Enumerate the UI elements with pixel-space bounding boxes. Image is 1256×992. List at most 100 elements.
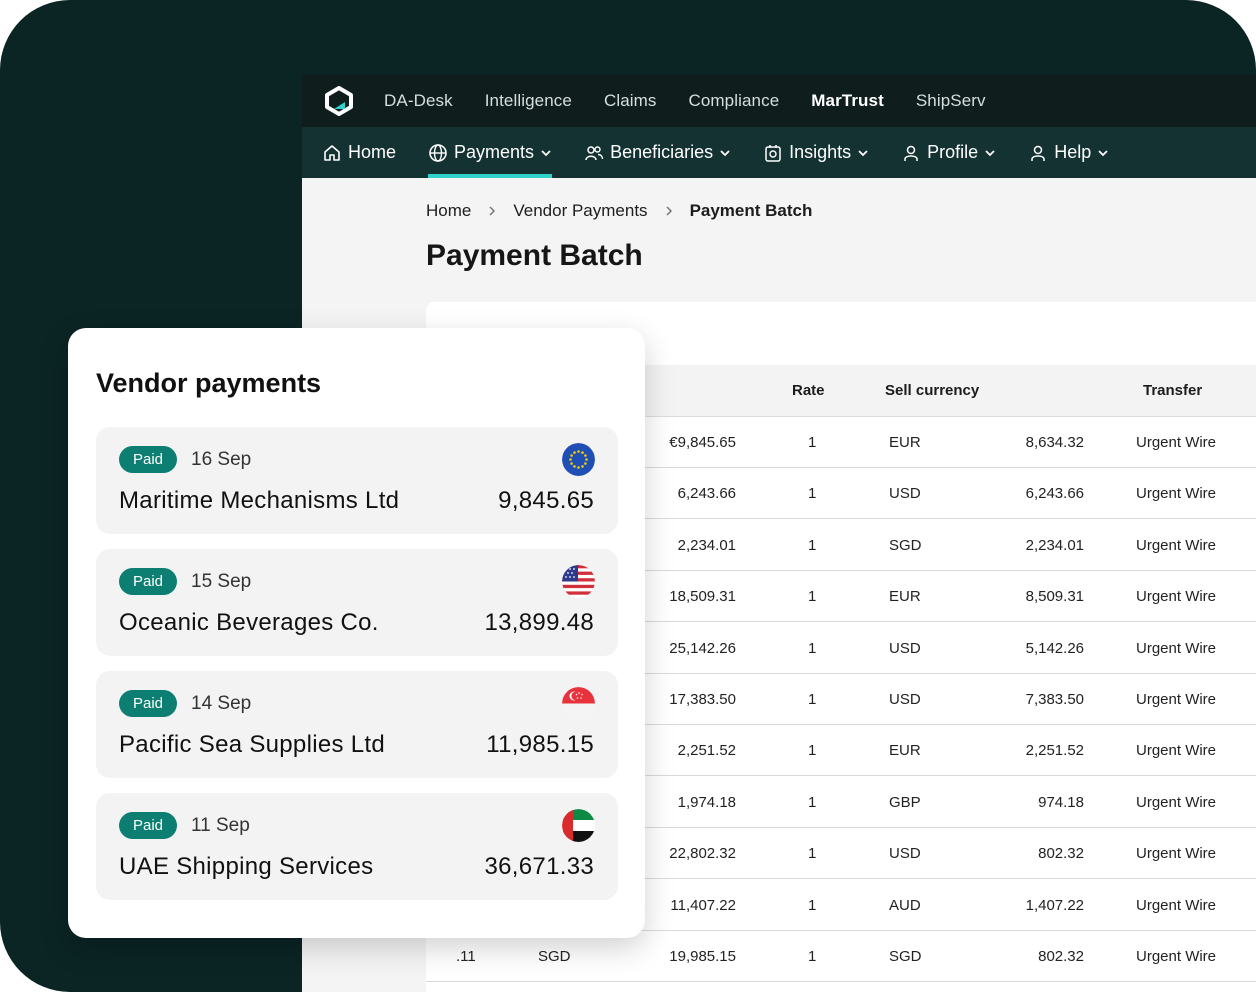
vendor-payment-item[interactable]: Paid 15 Sep Oceanic Beverages Co. 13,899… [96,549,618,656]
topnav-martrust[interactable]: MarTrust [811,91,884,111]
nav-beneficiaries[interactable]: Beneficiaries [584,127,731,178]
cell-sell-amount: 802.32 [1038,948,1084,965]
cell-rate: 1 [808,896,817,914]
users-icon [585,145,604,160]
status-badge: Paid [119,690,177,717]
vendor-name: Oceanic Beverages Co. [119,609,379,636]
cell-amount: 19,985.15 [669,948,736,965]
user-icon [1031,145,1045,161]
chevron-right-icon [489,206,496,216]
column-header-transfer[interactable]: Transfer [1143,382,1202,399]
top-navigation: DA-Desk Intelligence Claims Compliance M… [302,75,1256,127]
insights-icon [765,144,781,162]
topnav-intelligence[interactable]: Intelligence [485,91,572,111]
ae-flag-icon [562,809,595,842]
cell-amount: €9,845.65 [669,434,736,451]
nav-profile[interactable]: Profile [901,127,996,178]
vendor-payments-card: Vendor payments Paid 16 Sep Maritime Mec… [68,328,645,938]
nav-insights[interactable]: Insights [763,127,869,178]
cell-currency: USD [889,845,921,863]
cell-sell-amount: 5,142.26 [1025,639,1084,657]
cell-rate: 1 [808,845,817,863]
topnav-claims[interactable]: Claims [604,91,657,111]
cell-currency: SGD [889,536,922,554]
status-badge: Paid [119,812,177,839]
chevron-down-icon [720,149,730,156]
vendor-payments-title: Vendor payments [96,368,322,398]
us-flag-icon [562,565,595,598]
cell-amount: 1,974.18 [677,793,736,811]
cell-sell-amount: 2,251.52 [1025,742,1084,760]
cell-transfer: Urgent Wire [1136,485,1217,503]
cell-currency: EUR [889,434,921,451]
cell-sell-amount: 8,634.32 [1025,434,1084,451]
payment-amount: 36,671.33 [484,853,594,880]
cell-currency: EUR [889,742,921,760]
topnav-da-desk[interactable]: DA-Desk [384,91,453,111]
cell-sell-amount: 802.32 [1038,845,1084,863]
cell-transfer: Urgent Wire [1136,434,1217,451]
breadcrumb: Home Vendor Payments Payment Batch [426,201,812,221]
cell-currency: SGD [889,948,922,965]
breadcrumb-vendor-payments[interactable]: Vendor Payments [513,201,647,221]
cell-sell-amount: 1,407.22 [1025,896,1084,914]
nav-insights-label: Insights [789,142,852,162]
payment-date: 14 Sep [191,693,252,714]
cell-amount: 25,142.26 [669,639,736,657]
table-row[interactable]: .11 SGD 19,985.15 1 SGD 802.32 Urgent Wire [426,931,1256,982]
payment-amount: 13,899.48 [484,609,594,636]
cell-transfer: Urgent Wire [1136,948,1217,965]
cell-rate: 1 [808,948,817,965]
nav-help-label: Help [1054,142,1092,162]
chevron-right-icon [666,206,672,216]
cell-amount: 2,251.52 [677,742,736,760]
vendor-name: UAE Shipping Services [119,853,374,880]
cell-currency: USD [889,485,921,503]
nav-payments[interactable]: Payments [428,127,553,178]
nav-home[interactable]: Home [322,127,396,178]
cell-transfer: Urgent Wire [1136,588,1217,606]
cell-sell-amount: 974.18 [1038,793,1084,811]
cell-sell-amount: 6,243.66 [1025,485,1084,503]
cell-transfer: Urgent Wire [1136,845,1217,863]
vendor-payment-item[interactable]: Paid 14 Sep Pacific Sea Supplies Ltd 11,… [96,671,618,778]
cell-rate: 1 [808,434,817,451]
nav-beneficiaries-label: Beneficiaries [610,142,714,162]
background-frame: DA-Desk Intelligence Claims Compliance M… [0,0,1256,992]
cell-currency: USD [889,639,921,657]
status-badge: Paid [119,446,177,473]
cell-rate: 1 [808,485,817,503]
vendor-payment-item[interactable]: Paid 16 Sep Maritime Mechanisms Ltd 9,84… [96,427,618,534]
cell-rate: 1 [808,639,817,657]
payment-date: 11 Sep [191,815,250,836]
vendor-payment-item[interactable]: Paid 11 Sep UAE Shipping Services 36,671… [96,793,618,900]
cell-rate: 1 [808,691,817,708]
cell-currency: GBP [889,793,921,811]
status-badge: Paid [119,568,177,595]
breadcrumb-current: Payment Batch [689,201,813,220]
nav-help[interactable]: Help [1028,127,1109,178]
cell-currency: EUR [889,588,921,606]
cell-transfer: Urgent Wire [1136,639,1217,657]
cell-sell-amount: 2,234.01 [1025,536,1084,554]
cell-transfer: Urgent Wire [1136,742,1217,760]
home-icon [324,144,340,161]
cell-amount: 22,802.32 [669,845,736,863]
payment-date: 16 Sep [191,449,252,470]
breadcrumb-home[interactable]: Home [426,201,471,221]
column-header-sell-currency[interactable]: Sell currency [885,382,979,399]
column-header-rate[interactable]: Rate [792,382,825,399]
eu-flag-icon [562,443,595,476]
nav-home-label: Home [348,142,397,162]
cell-rate: 1 [808,588,817,606]
cell-transfer: Urgent Wire [1136,691,1217,708]
cell-amount: 6,243.66 [677,485,736,503]
topnav-compliance[interactable]: Compliance [688,91,779,111]
cell-amount: 18,509.31 [669,588,736,606]
app-logo-icon[interactable] [324,86,354,116]
sg-flag-icon [562,687,595,720]
cell-rate: 1 [808,793,817,811]
topnav-shipserv[interactable]: ShipServ [916,91,986,111]
cell-lead: .11 [456,948,476,965]
page-title: Payment Batch [426,239,643,272]
